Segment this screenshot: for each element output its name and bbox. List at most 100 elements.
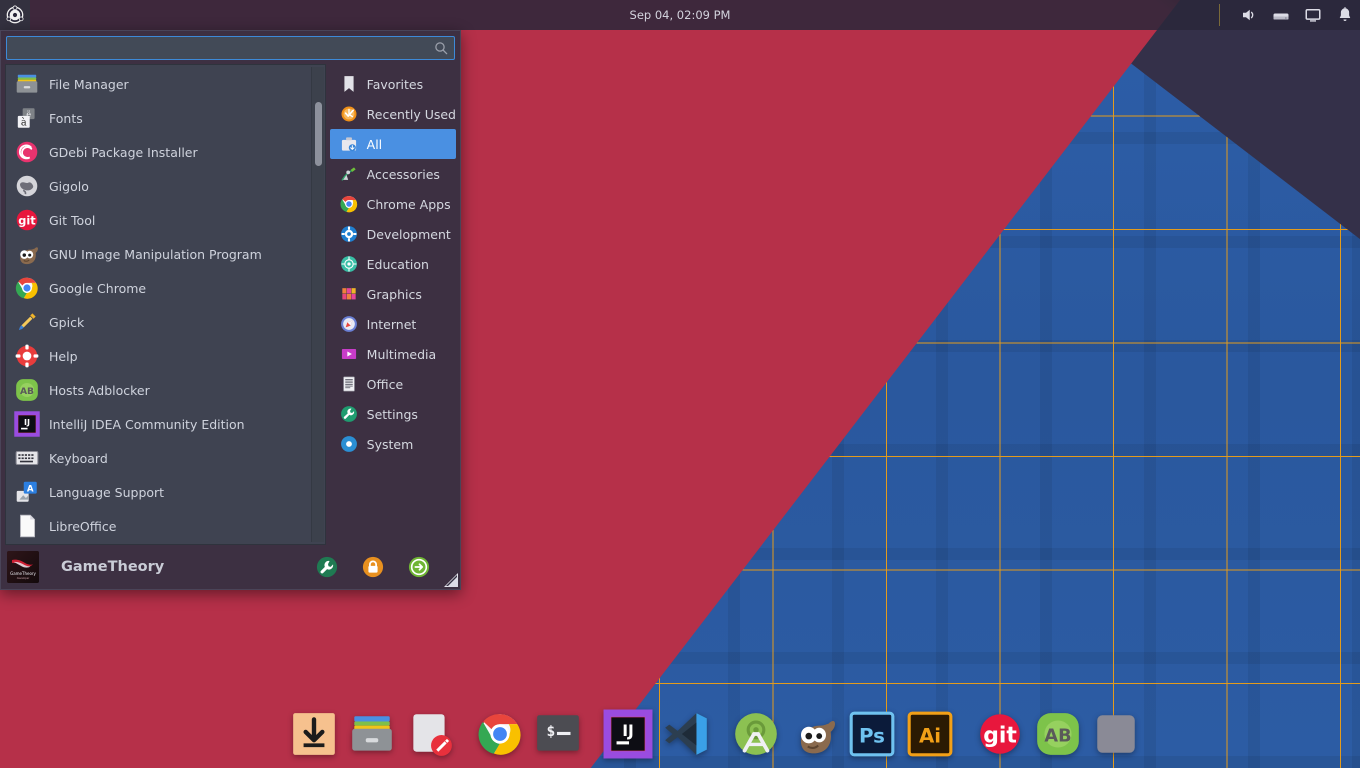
svg-text:$: $ xyxy=(547,723,556,740)
dock-item-vscode[interactable] xyxy=(661,709,711,759)
app-list-item[interactable]: GDebi Package Installer xyxy=(6,135,311,169)
whisker-menu-button[interactable] xyxy=(0,0,30,30)
gimp-icon xyxy=(14,241,40,267)
category-item-chrome-apps[interactable]: Chrome Apps xyxy=(330,189,456,219)
dock-item-chrome[interactable] xyxy=(475,709,525,759)
app-list-item[interactable]: File Manager xyxy=(6,67,311,101)
dock-item-android-studio[interactable] xyxy=(731,709,781,759)
all-apps-icon xyxy=(339,134,359,154)
dock-item-gimp[interactable] xyxy=(789,709,839,759)
app-list-item[interactable]: Keyboard xyxy=(6,441,311,475)
category-item-settings[interactable]: Settings xyxy=(330,399,456,429)
category-item-system[interactable]: System xyxy=(330,429,456,459)
app-list-item[interactable]: IJ IntelliJ IDEA Community Edition xyxy=(6,407,311,441)
search-input[interactable] xyxy=(7,37,454,59)
application-list-scrollbar[interactable] xyxy=(310,67,324,542)
disk-icon[interactable] xyxy=(1272,6,1290,24)
category-item-development[interactable]: Development xyxy=(330,219,456,249)
resize-grip[interactable] xyxy=(444,573,458,587)
category-item-internet[interactable]: Internet xyxy=(330,309,456,339)
keyboard-icon xyxy=(14,445,40,471)
office-icon xyxy=(339,374,359,394)
dock-item-terminal[interactable]: $ xyxy=(533,709,583,759)
user-avatar-icon[interactable]: GameTheory developer xyxy=(7,551,39,583)
gigolo-icon xyxy=(16,175,38,197)
chrome-icon xyxy=(14,275,40,301)
settings-manager-button[interactable] xyxy=(316,556,338,578)
category-item-label: Settings xyxy=(366,406,418,422)
dock-item-file-manager[interactable] xyxy=(347,709,397,759)
svg-text:Ai: Ai xyxy=(919,724,941,747)
system-icon xyxy=(339,434,359,454)
app-list-item-label: Google Chrome xyxy=(49,280,147,296)
application-list[interactable]: File Manager ë à Fonts GDebi Package Inst… xyxy=(6,67,311,542)
display-icon[interactable] xyxy=(1304,6,1322,24)
language-support-icon: A xyxy=(14,479,40,505)
category-item-all[interactable]: All xyxy=(329,129,456,159)
category-item-label: Office xyxy=(366,376,404,392)
app-list-item[interactable]: git Git Tool xyxy=(6,203,311,237)
category-item-graphics[interactable]: Graphics xyxy=(330,279,456,309)
dock-item-intellij[interactable]: IJ xyxy=(603,709,653,759)
android-studio-icon xyxy=(735,713,777,755)
menu-footer: GameTheory developer GameTheory xyxy=(1,545,460,589)
category-item-label: System xyxy=(366,436,414,452)
category-item-favorites[interactable]: Favorites xyxy=(330,69,456,99)
application-list-panel: File Manager ë à Fonts GDebi Package Inst… xyxy=(5,64,326,545)
avatar-title: GameTheory xyxy=(10,571,36,576)
app-list-item[interactable]: Gigolo xyxy=(6,169,311,203)
gimp-icon xyxy=(20,247,38,265)
category-item-multimedia[interactable]: Multimedia xyxy=(330,339,456,369)
category-item-label: Development xyxy=(366,226,451,242)
svg-text:git: git xyxy=(18,213,36,227)
app-list-item[interactable]: Google Chrome xyxy=(6,271,311,305)
category-item-office[interactable]: Office xyxy=(330,369,456,399)
dock-item-notifications[interactable] xyxy=(1091,709,1141,759)
all-apps-icon xyxy=(341,137,356,152)
category-item-recently-used[interactable]: Recently Used xyxy=(330,99,456,129)
app-list-item[interactable]: Gpick xyxy=(6,305,311,339)
app-list-item[interactable]: LibreOffice xyxy=(6,509,311,542)
app-list-item[interactable]: GNU Image Manipulation Program xyxy=(6,237,311,271)
dock-item-adblock[interactable]: AB xyxy=(1033,709,1083,759)
system-tray xyxy=(1219,0,1354,30)
app-list-item[interactable]: Help xyxy=(6,339,311,373)
svg-text:git: git xyxy=(983,723,1017,748)
search-box[interactable] xyxy=(6,36,455,60)
lock-screen-button[interactable] xyxy=(362,556,384,578)
panel-clock: Sep 04, 02:09 PM xyxy=(629,8,731,22)
scrollbar-thumb[interactable] xyxy=(314,102,322,166)
category-item-label: Accessories xyxy=(366,166,440,182)
category-list[interactable]: Favorites Recently Used All Accessories … xyxy=(326,64,460,545)
app-list-item[interactable]: A Language Support xyxy=(6,475,311,509)
app-list-item[interactable]: ë à Fonts xyxy=(6,101,311,135)
app-list-item-label: Language Support xyxy=(49,484,165,500)
category-item-education[interactable]: Education xyxy=(330,249,456,279)
notification-bell-icon[interactable] xyxy=(1336,6,1354,24)
search-icon[interactable] xyxy=(433,40,449,56)
dock-item-git[interactable]: git xyxy=(975,709,1025,759)
log-out-button[interactable] xyxy=(408,556,430,578)
svg-text:AB: AB xyxy=(1044,726,1071,746)
volume-icon[interactable] xyxy=(1240,6,1258,24)
dock-item-text-editor[interactable] xyxy=(405,709,455,759)
education-icon xyxy=(340,256,357,272)
internet-icon xyxy=(339,314,359,334)
download-arrow-icon xyxy=(293,713,335,755)
menu-body: File Manager ë à Fonts GDebi Package Inst… xyxy=(1,64,460,545)
dock-item-photoshop[interactable]: Ps xyxy=(847,709,897,759)
app-list-item[interactable]: AB Hosts Adblocker xyxy=(6,373,311,407)
graphics-icon xyxy=(339,284,359,304)
gpick-icon xyxy=(14,309,40,335)
category-item-label: Multimedia xyxy=(366,346,437,362)
app-list-item-label: Keyboard xyxy=(49,450,108,466)
category-item-accessories[interactable]: Accessories xyxy=(330,159,456,189)
bookmark-icon xyxy=(339,74,359,94)
gdebi-icon xyxy=(14,139,40,165)
graphics-icon xyxy=(341,288,356,300)
help-icon xyxy=(15,344,39,368)
user-name-label: GameTheory xyxy=(61,559,165,575)
dock-item-downloads[interactable] xyxy=(289,709,339,759)
dock-item-illustrator[interactable]: Ai xyxy=(905,709,955,759)
search-row xyxy=(1,31,460,64)
